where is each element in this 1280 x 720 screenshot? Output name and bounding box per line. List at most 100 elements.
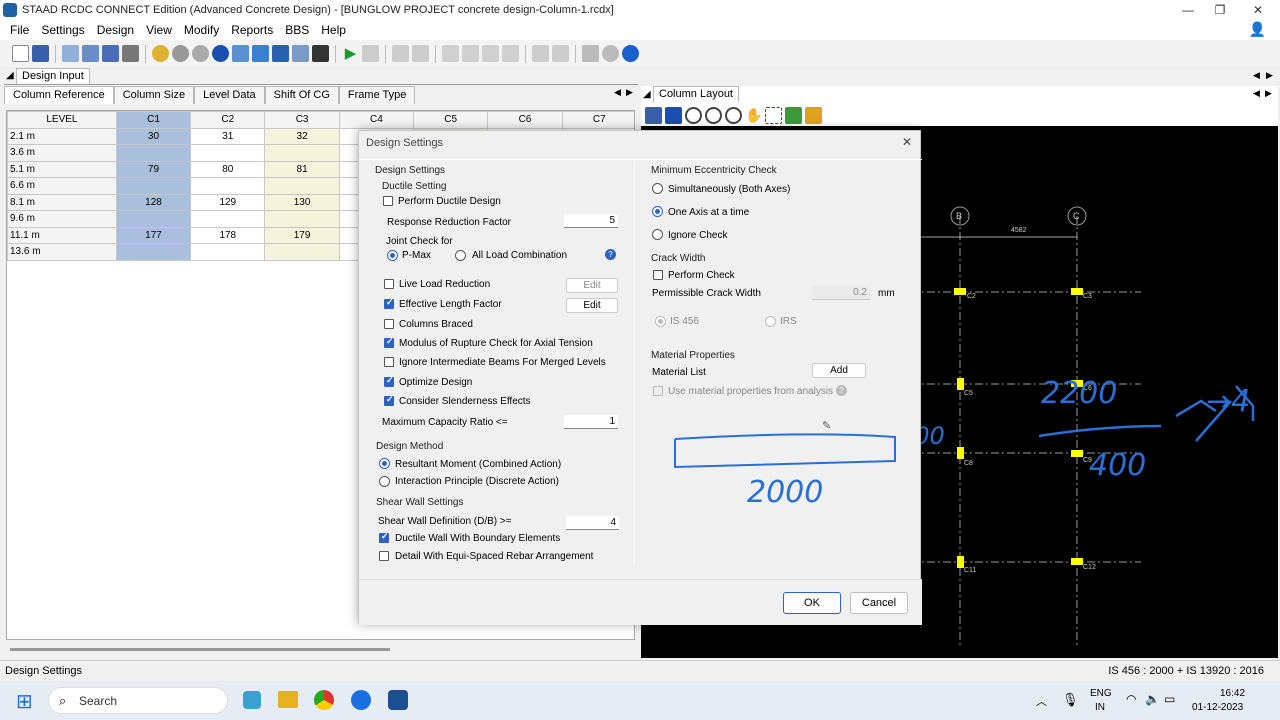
table-cell[interactable]: 81 <box>264 160 340 178</box>
table-cell[interactable] <box>264 144 340 162</box>
import-icon[interactable] <box>62 45 79 62</box>
help-icon[interactable] <box>622 45 639 62</box>
microphone-icon[interactable]: 🎙 <box>1062 692 1079 708</box>
table-cell[interactable]: 31 <box>190 127 266 145</box>
level-cell[interactable]: 3.6 m <box>7 144 117 162</box>
taskbar-search[interactable]: ⌕ Search <box>48 687 228 714</box>
windows-start-icon[interactable]: ⊞ <box>16 689 33 714</box>
language-label[interactable]: ENG <box>1090 688 1112 699</box>
settings-icon[interactable] <box>152 45 169 62</box>
equi-spaced-rebar-checkbox[interactable] <box>379 551 389 561</box>
header-c7[interactable]: C7 <box>561 111 634 129</box>
list-icon[interactable] <box>292 45 309 62</box>
chrome-icon[interactable] <box>314 690 334 710</box>
menu-settings[interactable]: Settings <box>35 23 90 37</box>
help-icon[interactable]: ? <box>836 385 847 396</box>
level-cell[interactable]: 5.1 m <box>7 160 117 178</box>
drawing-icon[interactable] <box>442 45 459 62</box>
search-icon[interactable] <box>602 45 619 62</box>
header-c1[interactable]: C1 <box>115 111 192 129</box>
tray-chevron-icon[interactable]: ︿ <box>1036 693 1047 709</box>
table-cell[interactable]: 79 <box>115 160 192 178</box>
tab-shift-of-cg[interactable]: Shift Of CG <box>264 86 339 104</box>
tab-column-reference[interactable]: Column Reference <box>4 86 114 104</box>
table-cell[interactable] <box>115 177 192 195</box>
joint-all-load-radio[interactable] <box>455 250 466 261</box>
save-icon[interactable] <box>32 45 49 62</box>
shear-wall-definition-input[interactable]: 4 <box>566 516 619 530</box>
structure-icon[interactable] <box>122 45 139 62</box>
perform-check-checkbox[interactable] <box>653 270 663 280</box>
copy-icon[interactable] <box>482 45 499 62</box>
scroll-right-icon[interactable]: ▶ <box>1265 88 1272 99</box>
table-cell[interactable]: 179 <box>264 226 340 244</box>
ignore-beams-checkbox[interactable] <box>384 357 394 367</box>
paste-icon[interactable] <box>502 45 519 62</box>
lock-icon[interactable] <box>362 45 379 62</box>
menu-reports[interactable]: Reports <box>225 23 279 37</box>
table-cell[interactable]: 32 <box>264 127 340 145</box>
effective-length-checkbox[interactable] <box>384 297 394 309</box>
menu-modify[interactable]: Modify <box>178 23 225 37</box>
permissible-crack-input[interactable]: 0.2 <box>812 286 870 300</box>
calc-icon[interactable] <box>552 45 569 62</box>
ductile-wall-checkbox[interactable] <box>379 531 389 543</box>
region-label[interactable]: IN <box>1095 702 1105 713</box>
menu-design[interactable]: Design <box>91 23 140 37</box>
table-cell[interactable] <box>115 243 192 261</box>
help-icon[interactable]: ? <box>605 249 616 260</box>
horizontal-scrollbar[interactable] <box>10 648 390 651</box>
tab-design-input[interactable]: Design Input <box>16 68 90 84</box>
volume-icon[interactable]: 🔈 <box>1145 692 1160 706</box>
use-material-checkbox[interactable] <box>653 386 663 396</box>
pdf-icon[interactable] <box>665 106 682 124</box>
menu-help[interactable]: Help <box>315 23 352 37</box>
top-scroll-left-icon[interactable]: ◀ <box>1253 70 1260 81</box>
joint-pmax-radio[interactable] <box>387 250 398 261</box>
header-c6[interactable]: C6 <box>487 111 563 129</box>
user-icon[interactable]: 👤 <box>1249 21 1266 38</box>
select-window-icon[interactable] <box>765 106 782 124</box>
group-icon[interactable] <box>232 45 249 62</box>
select-icon[interactable] <box>785 106 802 124</box>
header-level[interactable]: LEVEL <box>7 111 117 129</box>
level-cell[interactable]: 13.6 m <box>7 243 117 261</box>
battery-icon[interactable]: ▭ <box>1164 692 1175 706</box>
zoom-out-icon[interactable] <box>725 106 742 124</box>
perform-ductile-checkbox[interactable] <box>383 196 393 206</box>
header-c4[interactable]: C4 <box>338 111 415 129</box>
effective-length-edit-button[interactable]: Edit <box>566 298 618 313</box>
modulus-rupture-checkbox[interactable] <box>384 336 394 348</box>
zoom-in-icon[interactable] <box>685 106 702 124</box>
table-cell[interactable]: 178 <box>190 226 266 244</box>
ecc-one-axis-radio[interactable] <box>652 206 663 217</box>
table-cell[interactable]: 177 <box>115 226 192 244</box>
response-reduction-input[interactable]: 5 <box>564 214 618 228</box>
grid-icon[interactable] <box>102 45 119 62</box>
export-icon[interactable] <box>412 45 429 62</box>
ecc-simultaneous-radio[interactable] <box>652 183 663 194</box>
header-c5[interactable]: C5 <box>413 111 489 129</box>
columns-braced-checkbox[interactable] <box>384 319 394 329</box>
level-cell[interactable]: 8.1 m <box>7 193 117 211</box>
header-c2[interactable]: C2 <box>190 111 266 129</box>
dialog-close-button[interactable]: ✕ <box>902 135 912 149</box>
table-icon[interactable] <box>82 45 99 62</box>
scroll-left-icon[interactable]: ◀ <box>614 87 621 98</box>
material-add-button[interactable]: Add <box>812 363 866 378</box>
menu-view[interactable]: View <box>140 23 178 37</box>
filter-icon[interactable] <box>582 45 599 62</box>
wifi-icon[interactable]: ◠ <box>1126 692 1136 706</box>
design-icon[interactable] <box>212 45 229 62</box>
layout-icon[interactable] <box>272 45 289 62</box>
close-window-button[interactable]: ✕ <box>1240 0 1276 20</box>
weather-app-icon[interactable] <box>243 691 261 709</box>
level-cell[interactable]: 11.1 m <box>7 226 117 244</box>
level-cell[interactable]: 9.6 m <box>7 210 117 228</box>
tab-column-layout[interactable]: Column Layout <box>653 86 739 102</box>
zoom-app-icon[interactable] <box>351 690 371 710</box>
tools-icon[interactable] <box>532 45 549 62</box>
optimize-design-checkbox[interactable] <box>384 375 394 387</box>
live-load-edit-button[interactable]: Edit <box>566 278 618 293</box>
clock-time[interactable]: 16:42 <box>1220 688 1245 699</box>
